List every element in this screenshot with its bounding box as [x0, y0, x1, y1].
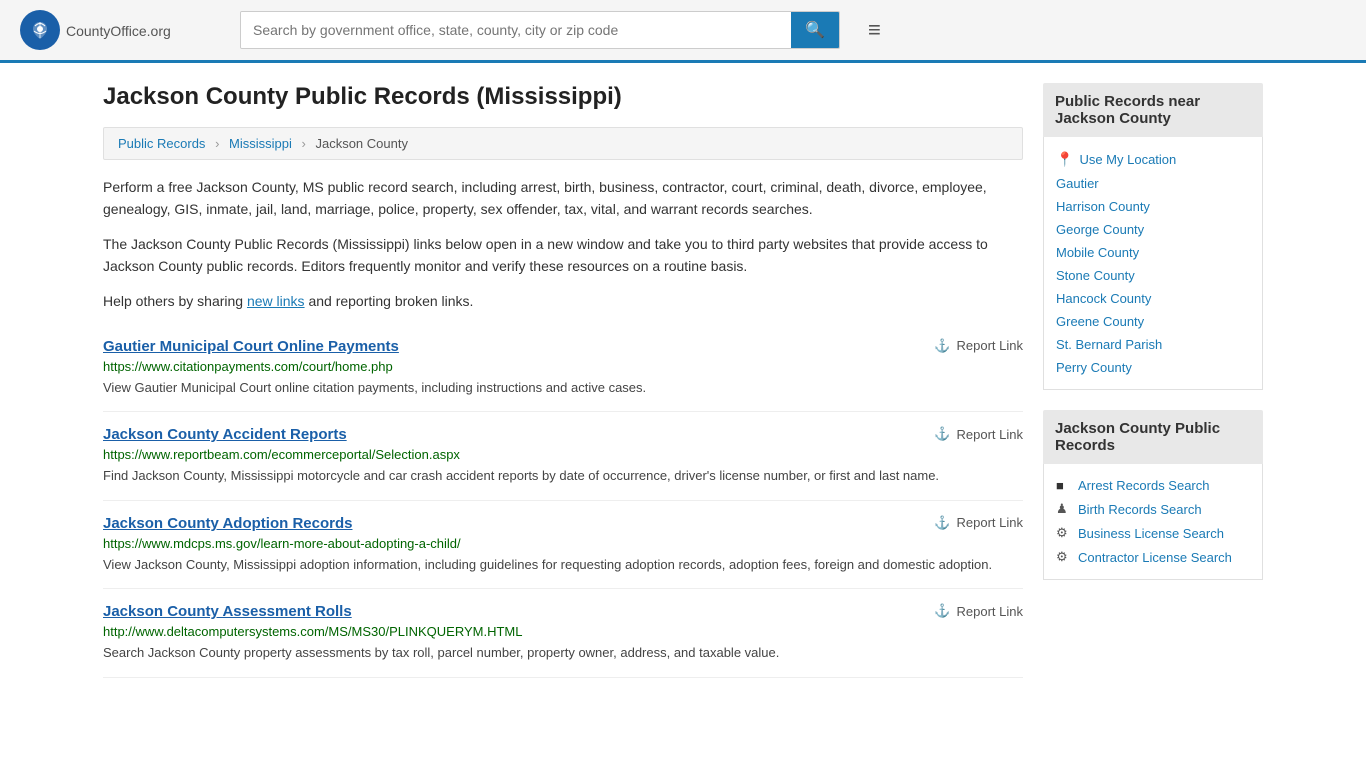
intro-para-3-prefix: Help others by sharing [103, 293, 247, 309]
breadcrumb-mississippi[interactable]: Mississippi [229, 136, 292, 151]
search-button[interactable]: 🔍 [791, 12, 839, 48]
record-links-list: ■ Arrest Records Search ♟ Birth Records … [1043, 464, 1263, 580]
report-link-3[interactable]: ⚓ Report Link [934, 603, 1023, 619]
nearby-section: Public Records near Jackson County 📍 Use… [1043, 83, 1263, 390]
record-item-2: Jackson County Adoption Records ⚓ Report… [103, 501, 1023, 590]
report-icon-0: ⚓ [934, 338, 950, 354]
record-item-1: Jackson County Accident Reports ⚓ Report… [103, 412, 1023, 501]
nearby-links: 📍 Use My Location Gautier Harrison Count… [1043, 137, 1263, 390]
report-label-0: Report Link [957, 338, 1023, 353]
breadcrumb-sep-2: › [302, 136, 306, 151]
record-desc-2: View Jackson County, Mississippi adoptio… [103, 555, 1023, 575]
intro-para-3: Help others by sharing new links and rep… [103, 290, 1023, 312]
report-label-3: Report Link [957, 604, 1023, 619]
page-container: Jackson County Public Records (Mississip… [83, 63, 1283, 698]
record-url-2[interactable]: https://www.mdcps.ms.gov/learn-more-abou… [103, 536, 1023, 551]
record-header-3: Jackson County Assessment Rolls ⚓ Report… [103, 603, 1023, 620]
location-icon: 📍 [1056, 151, 1073, 168]
contractor-icon: ⚙ [1056, 549, 1070, 565]
sidebar-arrest-records[interactable]: ■ Arrest Records Search [1056, 474, 1250, 497]
sidebar-business-license[interactable]: ⚙ Business License Search [1056, 521, 1250, 545]
report-link-1[interactable]: ⚓ Report Link [934, 426, 1023, 442]
record-url-0[interactable]: https://www.citationpayments.com/court/h… [103, 359, 1023, 374]
logo-area: CountyOffice.org [20, 10, 220, 50]
search-input[interactable] [241, 12, 791, 48]
birth-icon: ♟ [1056, 501, 1070, 517]
breadcrumb-jackson-county: Jackson County [315, 136, 408, 151]
records-list: Gautier Municipal Court Online Payments … [103, 324, 1023, 678]
search-bar: 🔍 [240, 11, 840, 49]
records-section: Jackson County Public Records ■ Arrest R… [1043, 410, 1263, 580]
nearby-link-gautier[interactable]: Gautier [1056, 172, 1250, 195]
nearby-link-hancock[interactable]: Hancock County [1056, 287, 1250, 310]
breadcrumb-public-records[interactable]: Public Records [118, 136, 205, 151]
report-label-2: Report Link [957, 515, 1023, 530]
record-desc-3: Search Jackson County property assessmen… [103, 643, 1023, 663]
page-title: Jackson County Public Records (Mississip… [103, 83, 1023, 111]
breadcrumb: Public Records › Mississippi › Jackson C… [103, 127, 1023, 160]
report-icon-3: ⚓ [934, 603, 950, 619]
main-content: Jackson County Public Records (Mississip… [103, 83, 1023, 678]
sidebar-contractor-license[interactable]: ⚙ Contractor License Search [1056, 545, 1250, 569]
intro-para-3-suffix: and reporting broken links. [305, 293, 474, 309]
record-item-0: Gautier Municipal Court Online Payments … [103, 324, 1023, 413]
site-header: CountyOffice.org 🔍 ≡ [0, 0, 1366, 63]
nearby-link-george[interactable]: George County [1056, 218, 1250, 241]
sidebar-birth-records[interactable]: ♟ Birth Records Search [1056, 497, 1250, 521]
record-item-3: Jackson County Assessment Rolls ⚓ Report… [103, 589, 1023, 678]
nearby-link-st-bernard[interactable]: St. Bernard Parish [1056, 333, 1250, 356]
report-icon-1: ⚓ [934, 426, 950, 442]
menu-icon: ≡ [868, 17, 881, 42]
breadcrumb-sep-1: › [215, 136, 219, 151]
menu-button[interactable]: ≡ [860, 13, 889, 47]
record-header-2: Jackson County Adoption Records ⚓ Report… [103, 515, 1023, 532]
report-label-1: Report Link [957, 427, 1023, 442]
business-icon: ⚙ [1056, 525, 1070, 541]
record-url-1[interactable]: https://www.reportbeam.com/ecommerceport… [103, 447, 1023, 462]
logo-icon [20, 10, 60, 50]
nearby-link-greene[interactable]: Greene County [1056, 310, 1250, 333]
nearby-link-stone[interactable]: Stone County [1056, 264, 1250, 287]
new-links-link[interactable]: new links [247, 293, 305, 309]
logo-name: CountyOffice [66, 23, 147, 39]
record-desc-1: Find Jackson County, Mississippi motorcy… [103, 466, 1023, 486]
intro-para-1: Perform a free Jackson County, MS public… [103, 176, 1023, 221]
arrest-icon: ■ [1056, 478, 1070, 493]
use-location-label: Use My Location [1079, 152, 1176, 167]
record-title-3[interactable]: Jackson County Assessment Rolls [103, 603, 352, 620]
search-icon: 🔍 [805, 22, 825, 39]
report-link-2[interactable]: ⚓ Report Link [934, 515, 1023, 531]
nearby-title: Public Records near Jackson County [1043, 83, 1263, 137]
record-url-3[interactable]: http://www.deltacomputersystems.com/MS/M… [103, 624, 1023, 639]
nearby-link-perry[interactable]: Perry County [1056, 356, 1250, 379]
logo-suffix: .org [147, 23, 171, 39]
record-header-1: Jackson County Accident Reports ⚓ Report… [103, 426, 1023, 443]
report-link-0[interactable]: ⚓ Report Link [934, 338, 1023, 354]
intro-para-2: The Jackson County Public Records (Missi… [103, 233, 1023, 278]
use-location[interactable]: 📍 Use My Location [1056, 147, 1250, 172]
record-title-0[interactable]: Gautier Municipal Court Online Payments [103, 338, 399, 355]
logo-text: CountyOffice.org [66, 20, 171, 41]
nearby-link-harrison[interactable]: Harrison County [1056, 195, 1250, 218]
sidebar: Public Records near Jackson County 📍 Use… [1043, 83, 1263, 678]
record-title-1[interactable]: Jackson County Accident Reports [103, 426, 347, 443]
record-header-0: Gautier Municipal Court Online Payments … [103, 338, 1023, 355]
nearby-link-mobile[interactable]: Mobile County [1056, 241, 1250, 264]
report-icon-2: ⚓ [934, 515, 950, 531]
record-desc-0: View Gautier Municipal Court online cita… [103, 378, 1023, 398]
record-title-2[interactable]: Jackson County Adoption Records [103, 515, 352, 532]
records-section-title: Jackson County Public Records [1043, 410, 1263, 464]
